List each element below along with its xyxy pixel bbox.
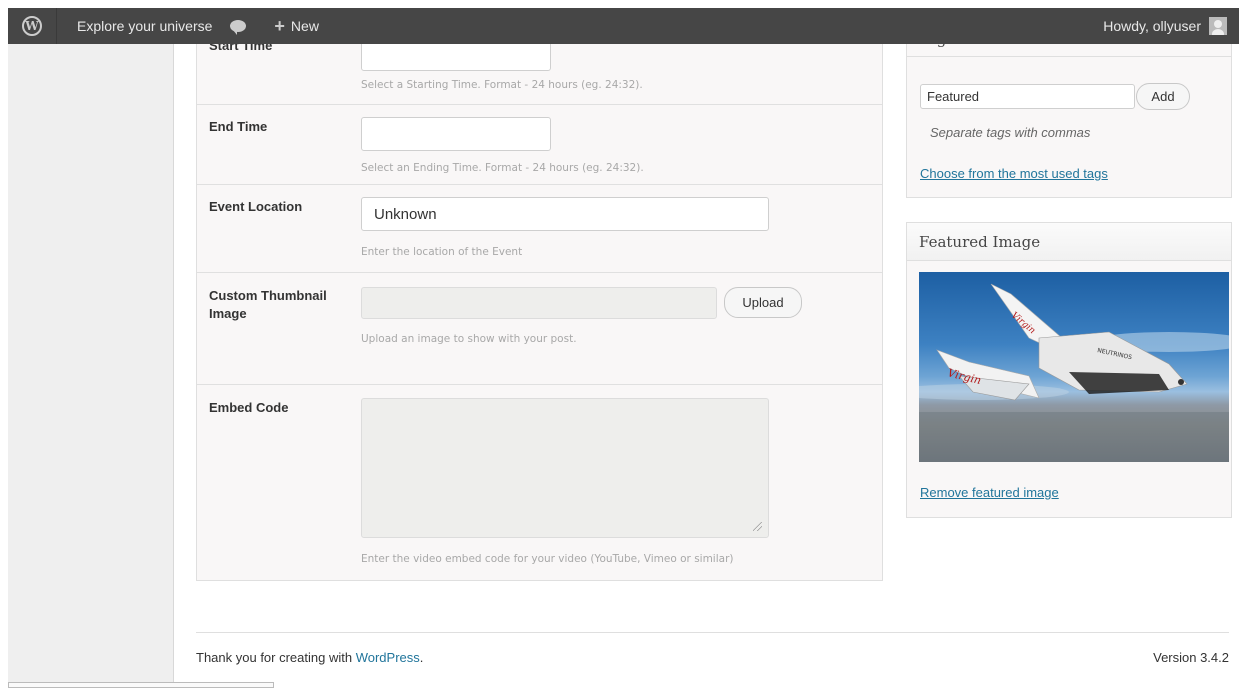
custom-thumbnail-row: Custom Thumbnail Image Upload Upload an …	[197, 273, 882, 385]
event-location-label: Event Location	[209, 199, 303, 214]
version-label: Version 3.4.2	[1153, 650, 1229, 665]
end-time-description: Select an Ending Time. Format - 24 hours…	[361, 162, 644, 174]
add-tag-button[interactable]: Add	[1136, 83, 1190, 110]
featured-image-title: Featured Image	[919, 233, 1041, 251]
site-name-label: Explore your universe	[77, 18, 213, 34]
comments-button[interactable]	[226, 8, 260, 44]
custom-thumbnail-label: Custom Thumbnail Image	[209, 288, 327, 321]
start-time-description: Select a Starting Time. Format - 24 hour…	[361, 79, 643, 91]
featured-image-photo[interactable]: NEUTRINOS Virgin Virgin	[919, 272, 1229, 462]
event-details-metabox: Start Time Select a Starting Time. Forma…	[196, 25, 883, 582]
embed-code-textarea[interactable]	[361, 398, 769, 538]
new-content-button[interactable]: + New	[260, 8, 329, 44]
event-location-description: Enter the location of the Event	[361, 246, 523, 258]
horizontal-scrollbar[interactable]	[8, 682, 274, 688]
custom-thumbnail-description: Upload an image to show with your post.	[361, 333, 577, 345]
footer-thanks-suffix: .	[419, 650, 424, 665]
spacecraft-illustration: NEUTRINOS Virgin Virgin	[919, 283, 1229, 462]
end-time-label: End Time	[209, 119, 268, 134]
footer-thanks-prefix: Thank you for creating with	[196, 650, 356, 665]
admin-menu-sidebar	[8, 44, 174, 684]
footer-thanks: Thank you for creating with WordPress.	[196, 650, 423, 665]
user-account-menu[interactable]: Howdy, ollyuser	[1103, 17, 1239, 35]
most-used-tags-link[interactable]: Choose from the most used tags	[920, 166, 1108, 181]
engine-housing	[1069, 372, 1169, 394]
tags-box: Tags Featured Add Separate tags with com…	[906, 28, 1232, 198]
comment-bubble-icon	[230, 20, 247, 35]
plus-icon: +	[274, 15, 285, 36]
wordpress-logo-icon: W	[22, 16, 42, 36]
site-name-link[interactable]: Explore your universe	[57, 8, 226, 44]
tag-input[interactable]: Featured	[920, 84, 1135, 109]
ground-shape	[919, 412, 1229, 462]
resize-handle-icon[interactable]	[753, 522, 762, 531]
user-greeting: Howdy, ollyuser	[1103, 18, 1201, 34]
embed-code-description: Enter the video embed code for your vide…	[361, 553, 734, 565]
wordpress-logo-button[interactable]: W	[8, 8, 56, 44]
upload-button[interactable]: Upload	[724, 287, 802, 318]
featured-image-box: Featured Image NEUTRINOS Virgin Virgin R…	[906, 222, 1232, 518]
wordpress-link[interactable]: WordPress	[356, 650, 420, 665]
nose-window	[1178, 379, 1184, 385]
new-label: New	[290, 18, 319, 34]
tags-hint: Separate tags with commas	[930, 125, 1091, 140]
embed-code-label: Embed Code	[209, 400, 289, 415]
user-avatar-icon	[1209, 17, 1227, 35]
embed-code-row: Embed Code Enter the video embed code fo…	[197, 385, 882, 582]
admin-bar: W Explore your universe + New Howdy, oll…	[8, 8, 1239, 44]
event-location-row: Event Location Unknown Enter the locatio…	[197, 185, 882, 273]
event-location-input[interactable]: Unknown	[361, 197, 769, 231]
custom-thumbnail-input[interactable]	[361, 287, 717, 319]
end-time-row: End Time Select an Ending Time. Format -…	[197, 105, 882, 185]
footer-divider	[196, 632, 1229, 633]
remove-featured-image-link[interactable]: Remove featured image	[920, 485, 1059, 500]
featured-image-header: Featured Image	[907, 223, 1231, 261]
end-time-input[interactable]	[361, 117, 551, 151]
